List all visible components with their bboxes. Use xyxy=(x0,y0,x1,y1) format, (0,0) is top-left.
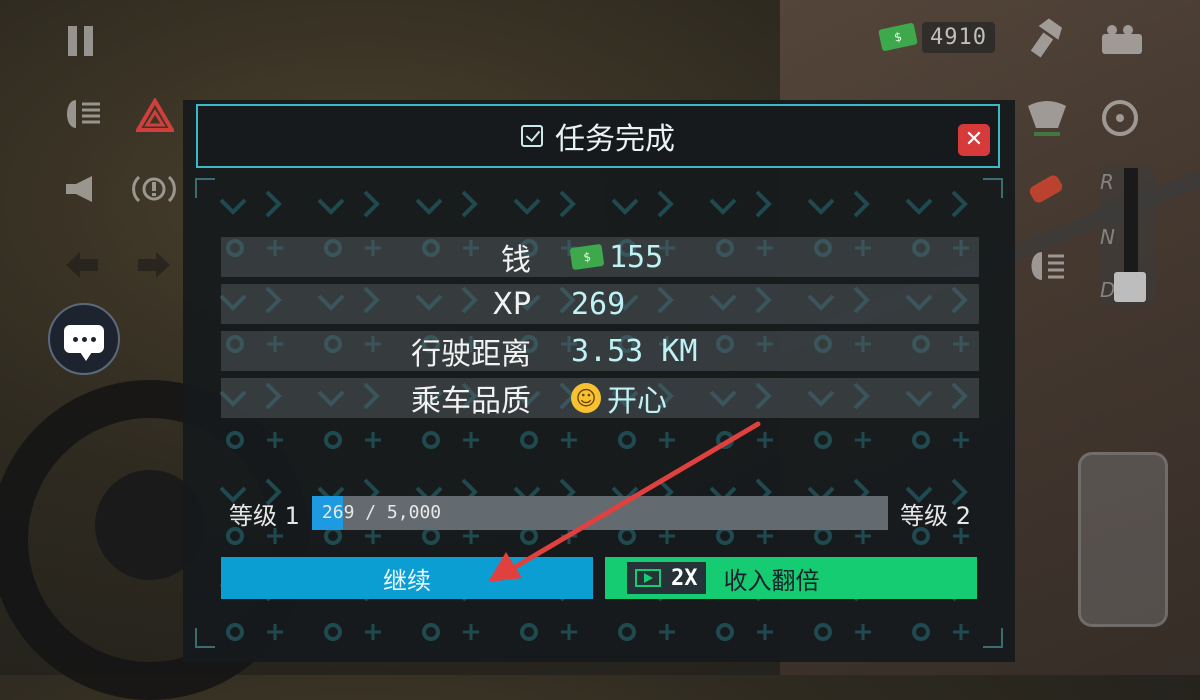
corner-decoration xyxy=(195,628,215,648)
gear-neutral-icon: N xyxy=(1100,225,1115,249)
stat-label: 行驶距离 xyxy=(411,337,531,372)
dialog-title: 任务完成 xyxy=(555,122,675,157)
level-progress: 等级 1 269 / 5,000 等级 2 xyxy=(221,493,979,533)
seatbelt-icon[interactable] xyxy=(1026,172,1066,210)
stat-row-ride-quality: 乘车品质 ☺ 开心 xyxy=(221,376,979,420)
ride-quality-value: 开心 xyxy=(607,384,667,419)
stat-row-distance: 行驶距离 3.53 KM xyxy=(221,331,979,372)
fog-light-icon[interactable] xyxy=(1024,250,1068,286)
close-icon: ✕ xyxy=(964,127,984,152)
smile-icon: ☺ xyxy=(571,383,601,413)
distance-value: 3.53 KM xyxy=(571,333,698,369)
double-income-label: 收入翻倍 xyxy=(723,566,820,595)
stat-row-xp: XP 269 xyxy=(221,284,979,324)
money-value: 4910 xyxy=(922,21,995,53)
stat-label: XP xyxy=(492,286,531,322)
headlight-icon[interactable] xyxy=(60,98,104,134)
next-level-label: 等级 2 xyxy=(900,501,971,530)
money-reward: 155 xyxy=(609,239,664,275)
double-income-button[interactable]: 2X 收入翻倍 xyxy=(605,557,977,599)
gas-pedal[interactable] xyxy=(1078,452,1168,627)
multiplier-label: 2X xyxy=(671,565,698,591)
cash-icon: $ xyxy=(878,22,918,52)
gear-reverse-icon: R xyxy=(1100,170,1114,194)
right-turn-icon[interactable] xyxy=(136,250,172,284)
stat-label: 钱 xyxy=(501,243,531,278)
hazard-icon[interactable] xyxy=(134,97,176,136)
stat-label: 乘车品质 xyxy=(411,384,531,419)
current-level-label: 等级 1 xyxy=(229,501,300,530)
cash-icon: $ xyxy=(569,243,605,271)
xp-progress-text: 269 / 5,000 xyxy=(321,502,442,523)
pause-icon[interactable] xyxy=(66,24,96,62)
wiper-icon[interactable] xyxy=(1024,98,1070,142)
dialog-header: 任务完成 xyxy=(196,104,1000,168)
money-display: $ 4910 xyxy=(878,18,995,56)
stat-row-money: 钱 $ 155 xyxy=(221,237,979,278)
close-button[interactable]: ✕ xyxy=(958,124,990,156)
video-icon xyxy=(635,569,661,587)
stat-value: ☺ 开心 xyxy=(571,376,667,420)
horn-icon[interactable] xyxy=(62,174,102,208)
stat-value: $ 155 xyxy=(569,239,664,275)
xp-reward: 269 xyxy=(571,286,626,322)
camera-icon[interactable] xyxy=(1100,22,1144,60)
checkbox-icon xyxy=(521,125,543,147)
ad-tag: 2X xyxy=(627,562,706,594)
brake-warning-icon[interactable] xyxy=(132,172,176,210)
chat-icon xyxy=(64,325,104,361)
flashlight-icon[interactable] xyxy=(1030,18,1066,62)
left-turn-icon[interactable] xyxy=(64,250,100,284)
corner-decoration xyxy=(195,178,215,198)
chat-button[interactable] xyxy=(48,303,120,375)
mission-complete-dialog: 任务完成 ✕ 钱 $ 155 XP 269 行驶距离 3.53 KM 乘车品质 … xyxy=(183,100,1015,662)
corner-decoration xyxy=(983,178,1003,198)
xp-progress-bar: 269 / 5,000 xyxy=(311,496,889,530)
continue-button[interactable]: 继续 xyxy=(221,557,593,599)
continue-label: 继续 xyxy=(383,566,431,595)
cruise-control-icon[interactable] xyxy=(1100,98,1140,142)
corner-decoration xyxy=(983,628,1003,648)
gear-knob[interactable] xyxy=(1114,272,1146,302)
